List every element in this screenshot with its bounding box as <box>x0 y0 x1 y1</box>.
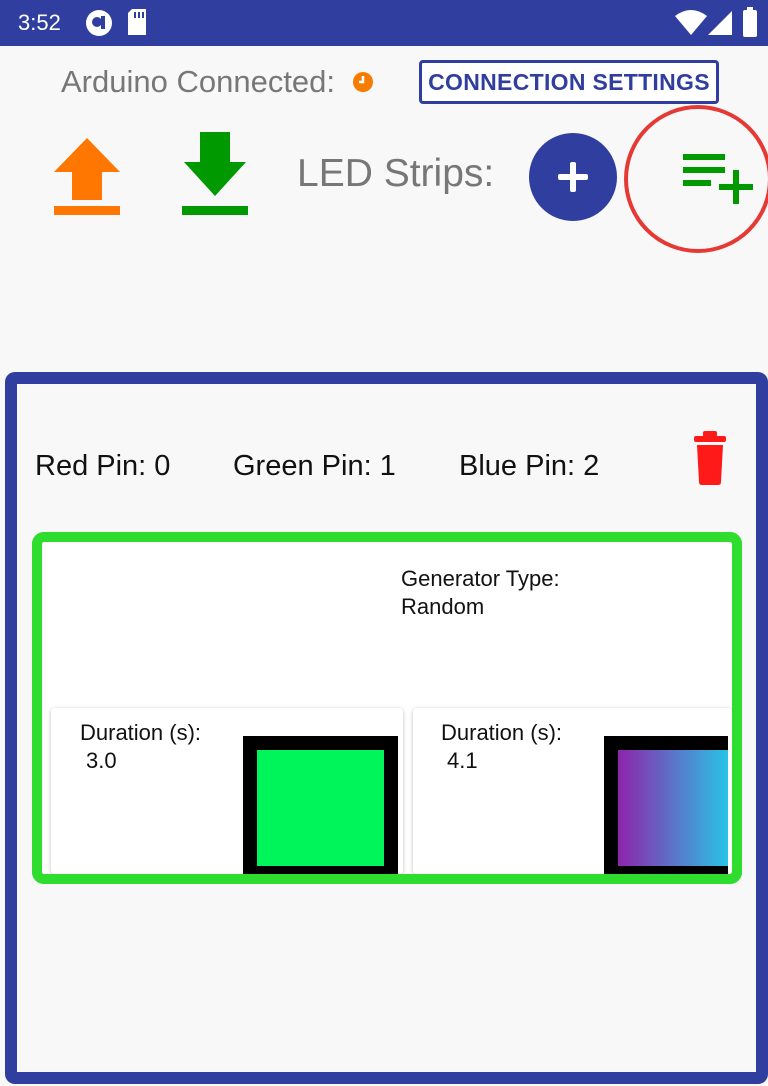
upload-icon <box>54 138 120 215</box>
duration-value: 3.0 <box>86 748 117 773</box>
battery-icon <box>742 7 758 42</box>
download-button[interactable] <box>180 132 250 223</box>
connection-settings-button[interactable]: CONNECTION SETTINGS <box>419 60 719 104</box>
generator-type-label: Generator Type: <box>401 566 560 591</box>
plus-icon <box>558 162 588 192</box>
color-swatch-fill <box>257 750 384 866</box>
blue-pin-label: Blue Pin: 2 <box>459 450 600 482</box>
signal-icon <box>707 10 733 41</box>
duration-label: Duration (s): <box>441 720 563 745</box>
duration: Duration (s): 4.1 <box>441 719 562 775</box>
duration-value: 4.1 <box>447 748 478 773</box>
app-notification-icon <box>84 8 114 43</box>
color-swatch[interactable] <box>243 736 398 874</box>
led-strips-label: LED Strips: <box>297 152 495 195</box>
delete-strip-button[interactable] <box>694 430 726 491</box>
duration: Duration (s): 3.0 <box>80 719 201 775</box>
color-swatch-fill <box>618 750 728 866</box>
download-icon <box>182 132 248 215</box>
wifi-icon <box>675 10 707 41</box>
status-time: 3:52 <box>18 10 61 35</box>
connection-status-label: Arduino Connected: <box>61 64 336 99</box>
add-strip-button[interactable] <box>529 133 617 221</box>
generator-type-value: Random <box>401 594 485 619</box>
highlight-circle-annotation <box>624 105 768 253</box>
upload-button[interactable] <box>52 136 122 223</box>
connection-status-clock-icon <box>353 72 373 97</box>
status-bar: 3:52 <box>0 0 768 46</box>
generator-type: Generator Type: Random <box>401 565 560 621</box>
trash-icon <box>694 431 726 485</box>
red-pin-label: Red Pin: 0 <box>35 450 171 482</box>
duration-label: Duration (s): <box>80 720 202 745</box>
sd-card-icon <box>126 8 148 41</box>
green-pin-label: Green Pin: 1 <box>233 450 396 482</box>
color-swatch[interactable] <box>604 736 728 874</box>
